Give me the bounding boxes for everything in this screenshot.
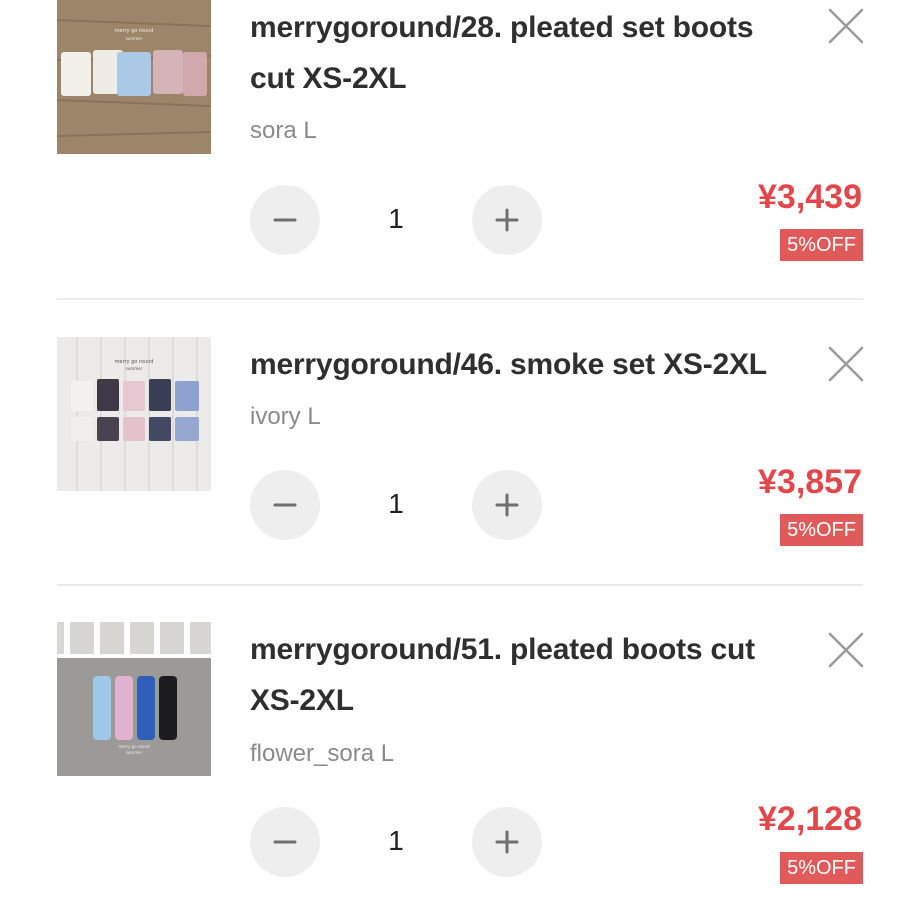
decrement-quantity-button[interactable] <box>250 470 320 540</box>
remove-item-button[interactable] <box>826 630 866 670</box>
product-thumbnail[interactable]: merry go round summer <box>57 0 211 154</box>
product-variant: ivory L <box>250 403 321 430</box>
product-title[interactable]: merrygoround/28. pleated set boots cut X… <box>250 2 810 104</box>
svg-text:summer: summer <box>126 750 143 755</box>
plus-icon <box>495 493 519 517</box>
item-divider <box>57 298 863 300</box>
item-price: ¥3,857 <box>758 463 862 501</box>
plus-icon <box>495 208 519 232</box>
product-title-line: merrygoround/28. pleated set boots <box>250 11 754 44</box>
minus-icon <box>273 218 297 222</box>
quantity-value: 1 <box>388 825 404 856</box>
product-thumbnail[interactable]: merry go round summer <box>57 337 211 491</box>
increment-quantity-button[interactable] <box>472 185 542 255</box>
plus-icon <box>495 830 519 854</box>
remove-item-button[interactable] <box>826 6 866 46</box>
product-title[interactable]: merrygoround/46. smoke set XS-2XL <box>250 339 810 390</box>
svg-text:merry go round: merry go round <box>115 359 154 365</box>
close-icon <box>828 632 864 668</box>
minus-icon <box>273 840 297 844</box>
discount-badge: 5%OFF <box>780 852 863 884</box>
close-icon <box>828 346 864 382</box>
quantity-value: 1 <box>388 488 404 519</box>
increment-quantity-button[interactable] <box>472 807 542 877</box>
item-price: ¥2,128 <box>758 800 862 838</box>
increment-quantity-button[interactable] <box>472 470 542 540</box>
product-variant: sora L <box>250 117 317 144</box>
close-icon <box>828 8 864 44</box>
discount-badge: 5%OFF <box>780 514 863 546</box>
discount-badge: 5%OFF <box>780 229 863 261</box>
item-divider <box>57 584 863 586</box>
svg-text:merry go round: merry go round <box>118 744 150 749</box>
svg-text:merry go round: merry go round <box>115 28 154 34</box>
product-title-line: XS-2XL <box>250 684 354 717</box>
product-title-line: merrygoround/46. smoke set XS-2XL <box>250 348 767 381</box>
svg-text:summer: summer <box>126 366 143 371</box>
product-variant: flower_sora L <box>250 740 395 767</box>
product-title-line: merrygoround/51. pleated boots cut <box>250 633 755 666</box>
remove-item-button[interactable] <box>826 344 866 384</box>
product-title[interactable]: merrygoround/51. pleated boots cut XS-2X… <box>250 624 810 726</box>
product-thumbnail[interactable]: merry go round summer <box>57 622 211 776</box>
svg-text:summer: summer <box>126 36 143 41</box>
decrement-quantity-button[interactable] <box>250 185 320 255</box>
minus-icon <box>273 503 297 507</box>
item-price: ¥3,439 <box>758 178 862 216</box>
quantity-value: 1 <box>388 203 404 234</box>
decrement-quantity-button[interactable] <box>250 807 320 877</box>
product-title-line: cut XS-2XL <box>250 62 407 95</box>
